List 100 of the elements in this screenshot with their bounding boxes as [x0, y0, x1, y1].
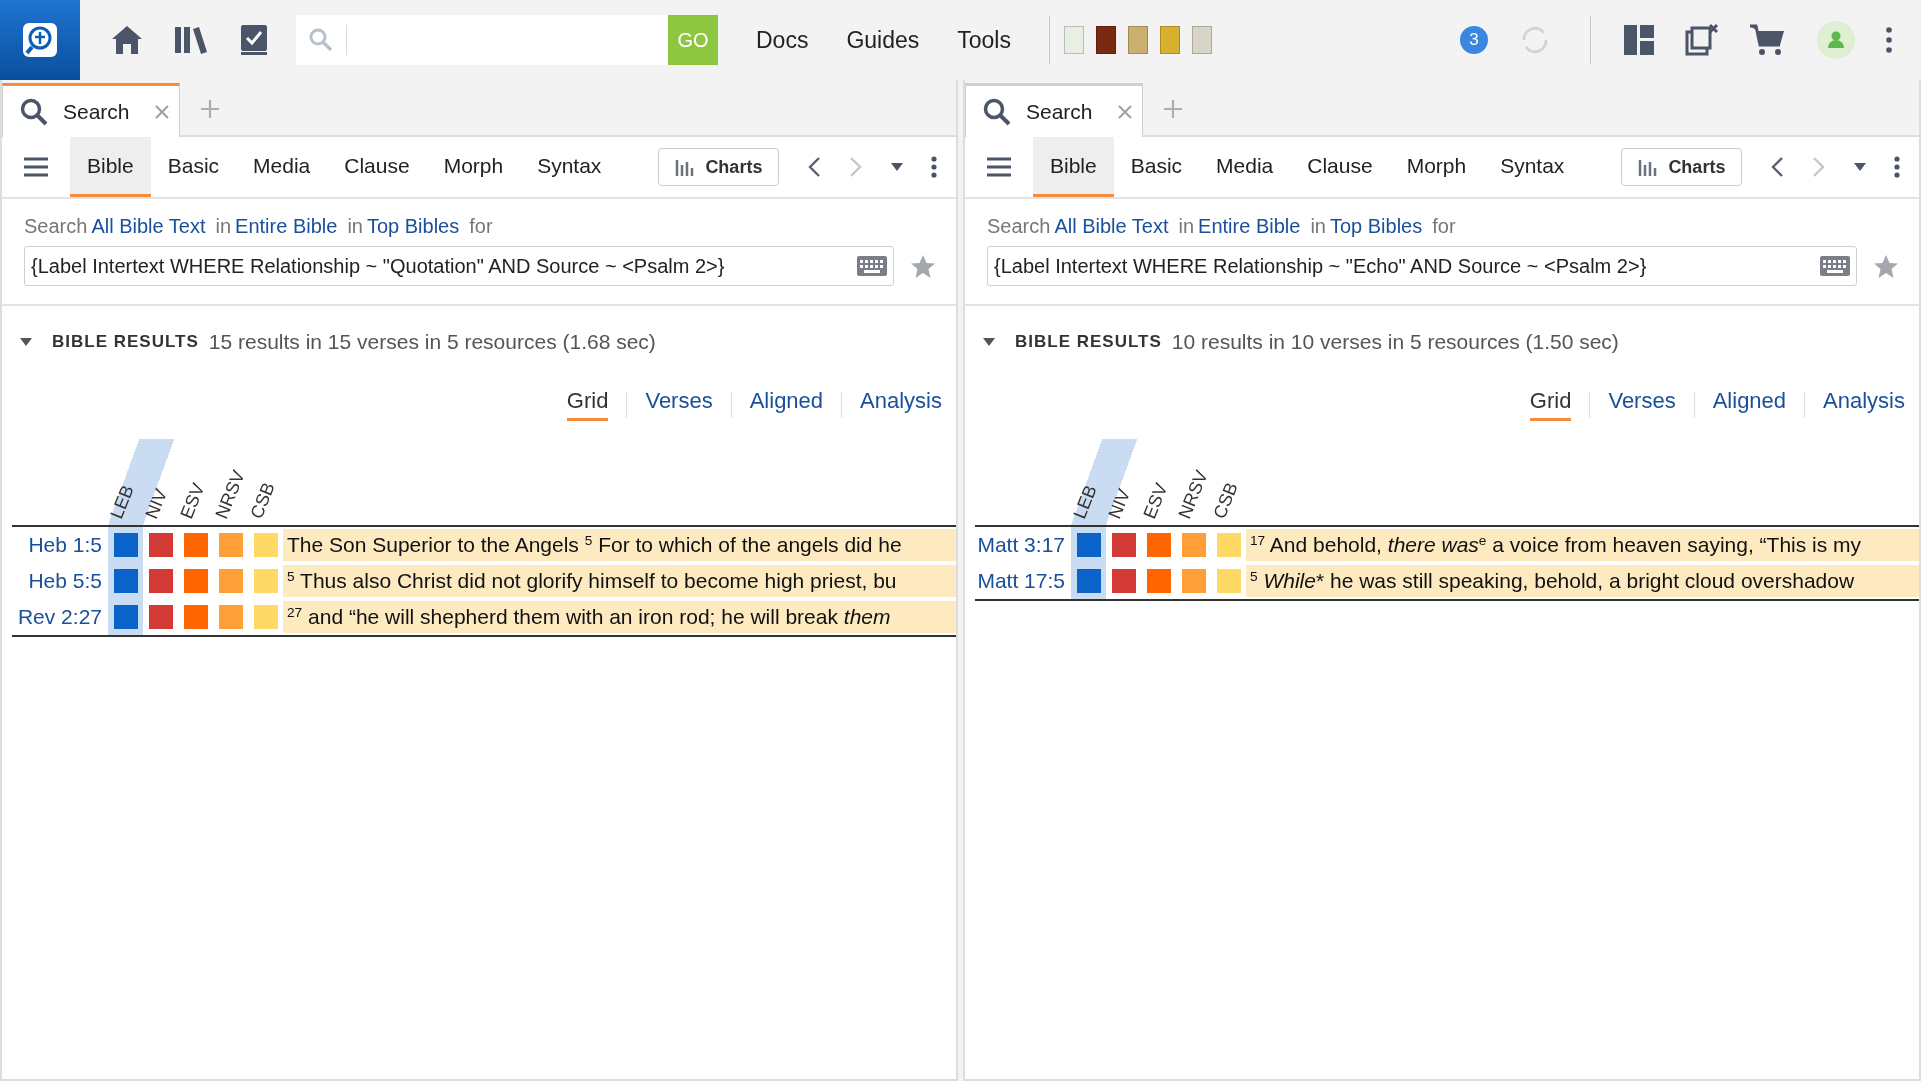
- scope-link[interactable]: All Bible Text: [91, 215, 206, 238]
- version-label[interactable]: ESV: [177, 480, 208, 521]
- match-square[interactable]: [1111, 569, 1136, 593]
- version-label[interactable]: LEB: [107, 482, 137, 521]
- cart-icon[interactable]: [1749, 23, 1787, 57]
- user-avatar-icon[interactable]: [1817, 21, 1855, 59]
- book-cover-icon[interactable]: [1128, 26, 1148, 54]
- close-icon[interactable]: [155, 104, 169, 119]
- home-icon[interactable]: [110, 24, 144, 56]
- dropdown-caret-icon[interactable]: [891, 163, 904, 171]
- verse-reference-link[interactable]: Heb 5:5: [12, 563, 108, 599]
- match-square[interactable]: [1181, 569, 1206, 593]
- nav-link[interactable]: Tools: [957, 26, 1011, 54]
- popout-icon[interactable]: [1685, 23, 1719, 57]
- search-type-tab[interactable]: Clause: [327, 137, 427, 197]
- search-type-tab[interactable]: Basic: [1113, 137, 1200, 197]
- match-square[interactable]: [218, 569, 243, 593]
- notification-badge[interactable]: 3: [1460, 26, 1488, 54]
- query-field[interactable]: {Label Intertext WHERE Relationship ~ "Echo" AND Source ~ <Psalm 2>}: [987, 246, 1857, 286]
- match-square[interactable]: [113, 605, 138, 629]
- version-label[interactable]: NIV: [1105, 486, 1134, 521]
- nav-link[interactable]: Docs: [756, 26, 809, 54]
- checklist-icon[interactable]: [240, 24, 268, 56]
- library-icon[interactable]: [174, 25, 210, 55]
- view-tab[interactable]: Verses: [1608, 388, 1676, 421]
- verse-reference-link[interactable]: Matt 17:5: [975, 563, 1071, 599]
- verse-reference-link[interactable]: Rev 2:27: [12, 599, 108, 635]
- app-logo[interactable]: [0, 0, 80, 80]
- view-tab[interactable]: Aligned: [749, 388, 824, 421]
- scope-link[interactable]: Entire Bible: [1198, 215, 1301, 238]
- more-icon[interactable]: [1894, 156, 1901, 178]
- star-icon[interactable]: [910, 253, 936, 279]
- view-tab[interactable]: Aligned: [1712, 388, 1787, 421]
- match-square[interactable]: [218, 533, 243, 557]
- match-square[interactable]: [148, 569, 173, 593]
- match-square[interactable]: [1146, 569, 1171, 593]
- book-cover-icon[interactable]: [1192, 26, 1212, 54]
- verse-reference-link[interactable]: Heb 1:5: [12, 527, 108, 563]
- forward-icon[interactable]: [849, 156, 864, 178]
- charts-button[interactable]: Charts: [1621, 148, 1743, 186]
- search-tab[interactable]: Search: [965, 83, 1143, 137]
- scope-link[interactable]: Entire Bible: [235, 215, 338, 238]
- layout-icon[interactable]: [1623, 24, 1655, 56]
- keyboard-icon[interactable]: [1820, 256, 1850, 276]
- query-field[interactable]: {Label Intertext WHERE Relationship ~ "Quotation" AND Source ~ <Psalm 2>}: [24, 246, 894, 286]
- back-icon[interactable]: [1770, 156, 1785, 178]
- match-square[interactable]: [148, 605, 173, 629]
- match-square[interactable]: [183, 605, 208, 629]
- view-tab[interactable]: Grid: [566, 388, 609, 421]
- match-square[interactable]: [1181, 533, 1206, 557]
- match-square[interactable]: [218, 605, 243, 629]
- star-icon[interactable]: [1873, 253, 1899, 279]
- view-tab[interactable]: Analysis: [1823, 388, 1905, 421]
- match-square[interactable]: [113, 569, 138, 593]
- version-label[interactable]: CSB: [1210, 479, 1241, 521]
- book-cover-icon[interactable]: [1064, 26, 1084, 54]
- match-square[interactable]: [113, 533, 138, 557]
- view-tab[interactable]: Analysis: [860, 388, 942, 421]
- search-type-tab[interactable]: Bible: [1033, 137, 1114, 197]
- match-square[interactable]: [1146, 533, 1171, 557]
- version-label[interactable]: NRSV: [212, 467, 248, 521]
- search-tab[interactable]: Search: [2, 83, 180, 137]
- version-label[interactable]: NRSV: [1175, 467, 1211, 521]
- match-square[interactable]: [183, 533, 208, 557]
- add-tab-icon[interactable]: [1163, 99, 1183, 119]
- charts-button[interactable]: Charts: [658, 148, 780, 186]
- version-label[interactable]: NIV: [142, 486, 171, 521]
- version-label[interactable]: ESV: [1140, 480, 1171, 521]
- search-type-tab[interactable]: Morph: [1389, 137, 1484, 197]
- view-tab[interactable]: Grid: [1529, 388, 1572, 421]
- menu-icon[interactable]: [987, 157, 1011, 177]
- collapse-caret-icon[interactable]: [983, 338, 995, 346]
- scope-link[interactable]: Top Bibles: [1329, 215, 1423, 238]
- back-icon[interactable]: [807, 156, 822, 178]
- search-type-tab[interactable]: Media: [236, 137, 328, 197]
- match-square[interactable]: [1111, 533, 1136, 557]
- match-square[interactable]: [1076, 533, 1101, 557]
- version-label[interactable]: LEB: [1070, 482, 1100, 521]
- verse-reference-link[interactable]: Matt 3:17: [975, 527, 1071, 563]
- more-icon[interactable]: [931, 156, 938, 178]
- search-field[interactable]: [296, 15, 668, 65]
- match-square[interactable]: [1076, 569, 1101, 593]
- nav-link[interactable]: Guides: [846, 26, 920, 54]
- keyboard-icon[interactable]: [857, 256, 887, 276]
- search-type-tab[interactable]: Syntax: [1483, 137, 1582, 197]
- dropdown-caret-icon[interactable]: [1854, 163, 1867, 171]
- add-tab-icon[interactable]: [200, 99, 220, 119]
- version-label[interactable]: CSB: [247, 479, 278, 521]
- view-tab[interactable]: Verses: [645, 388, 713, 421]
- search-type-tab[interactable]: Media: [1199, 137, 1291, 197]
- scope-link[interactable]: All Bible Text: [1054, 215, 1169, 238]
- menu-icon[interactable]: [24, 157, 48, 177]
- collapse-caret-icon[interactable]: [20, 338, 32, 346]
- search-type-tab[interactable]: Bible: [70, 137, 151, 197]
- more-icon[interactable]: [1885, 27, 1893, 53]
- search-type-tab[interactable]: Morph: [426, 137, 521, 197]
- close-icon[interactable]: [1118, 104, 1132, 119]
- search-type-tab[interactable]: Syntax: [520, 137, 619, 197]
- search-type-tab[interactable]: Basic: [150, 137, 237, 197]
- scope-link[interactable]: Top Bibles: [366, 215, 460, 238]
